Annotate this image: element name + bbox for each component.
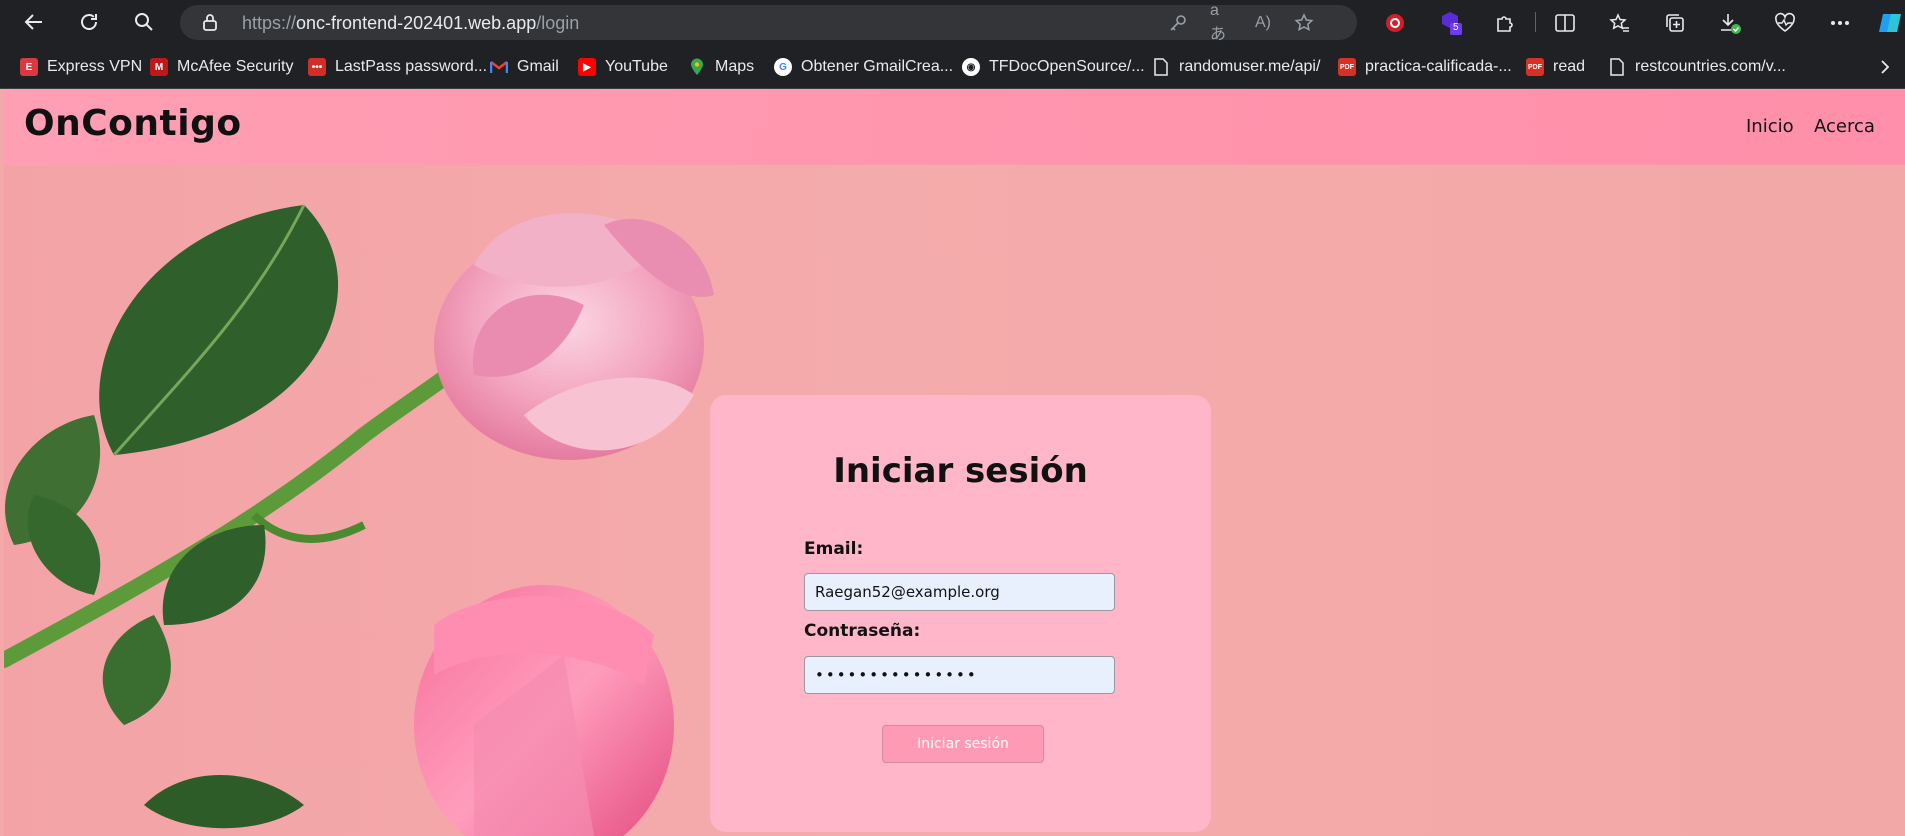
rose-background-image [4,204,714,836]
bookmark-label: Express VPN [47,58,143,75]
bookmark-label: LastPass password... [335,58,488,75]
page-icon [1152,58,1170,76]
bookmark-read[interactable]: PDF read [1526,55,1585,79]
extensions-puzzle-icon[interactable] [1490,8,1520,38]
url-text[interactable]: https://onc-frontend-202401.web.app/logi… [242,13,579,34]
bookmark-label: YouTube [605,58,668,75]
favorite-star-icon[interactable] [1293,12,1315,34]
login-card: Iniciar sesión Email: Contraseña: Inicia… [710,395,1211,832]
url-host: onc-frontend-202401.web.app [296,13,537,33]
bookmark-practica[interactable]: PDF practica-calificada-... [1338,55,1512,79]
lastpass-icon: ••• [308,58,326,76]
password-label: Contraseña: [804,621,921,641]
bookmark-label: Maps [715,58,755,75]
login-submit-button[interactable]: Iniciar sesión [882,725,1044,763]
email-label: Email: [804,539,864,559]
bookmark-lastpass[interactable]: ••• LastPass password... [308,55,487,79]
bookmark-label: Gmail [517,58,559,75]
address-bar[interactable]: https://onc-frontend-202401.web.app/logi… [180,2,1357,43]
bookmark-restcountries[interactable]: restcountries.com/v... [1608,55,1786,79]
bookmark-maps[interactable]: Maps [688,55,754,79]
url-scheme: https:// [242,13,297,33]
site-navbar: OnContigo Inicio Acerca [4,89,1905,165]
bookmark-label: McAfee Security [177,58,294,75]
translate-icon[interactable]: aあ [1210,2,1232,43]
bookmark-expressvpn[interactable]: E Express VPN [20,55,142,79]
web-page: OnContigo Inicio Acerca Iniciar sesión E… [4,89,1905,836]
gmail-icon [490,58,508,76]
bookmarks-bar: E Express VPN M McAfee Security ••• LastPas… [0,44,1905,89]
collections-icon[interactable] [1660,8,1690,38]
hero-section: Iniciar sesión Email: Contraseña: Inicia… [4,165,1905,836]
split-screen-icon[interactable] [1550,8,1580,38]
bookmark-mcafee[interactable]: M McAfee Security [150,55,293,79]
read-aloud-icon[interactable]: A) [1252,12,1274,34]
favorites-icon[interactable] [1605,8,1635,38]
youtube-icon: ▶ [578,58,596,76]
red-extension-icon[interactable] [1380,8,1410,38]
bookmark-label: restcountries.com/v... [1635,58,1786,75]
bookmark-obtener-gmail[interactable]: G Obtener GmailCrea... [774,55,953,79]
bookmark-label: randomuser.me/api/ [1179,58,1321,75]
more-menu-icon[interactable] [1825,8,1855,38]
nav-link-acerca[interactable]: Acerca [1814,116,1875,137]
expressvpn-icon: E [20,58,38,76]
maps-icon [688,58,706,76]
bookmark-randomuser[interactable]: randomuser.me/api/ [1152,55,1320,79]
extension-badge: 5 [1453,22,1459,33]
purple-extension-icon[interactable]: 5 [1436,8,1466,38]
page-icon [1608,58,1626,76]
url-path: /login [536,13,580,33]
google-icon: G [774,58,792,76]
github-icon: ◉ [962,58,980,76]
login-title: Iniciar sesión [833,451,1088,491]
key-icon[interactable] [1167,12,1189,34]
lock-icon[interactable] [202,13,218,35]
bookmark-label: TFDocOpenSource/... [989,58,1145,75]
bookmark-gmail[interactable]: Gmail [490,55,559,79]
pdf-icon: PDF [1338,58,1356,76]
reload-icon[interactable] [73,6,105,38]
toolbar-divider [1535,12,1536,32]
password-field[interactable] [804,656,1115,694]
browser-toolbar: https://onc-frontend-202401.web.app/logi… [0,0,1905,44]
brand-logo[interactable]: OnContigo [24,103,242,144]
chevron-right-icon[interactable] [1880,55,1890,79]
bookmark-label: practica-calificada-... [1365,58,1512,75]
bookmark-tfdoc[interactable]: ◉ TFDocOpenSource/... [962,55,1145,79]
pdf-icon: PDF [1526,58,1544,76]
nav-link-inicio[interactable]: Inicio [1746,116,1794,137]
bookmark-label: read [1553,58,1586,75]
copilot-icon[interactable] [1875,8,1905,38]
bookmark-youtube[interactable]: ▶ YouTube [578,55,668,79]
downloads-icon[interactable] [1715,8,1745,38]
back-icon[interactable] [18,6,50,38]
email-field[interactable] [804,573,1115,611]
browser-essentials-icon[interactable] [1770,8,1800,38]
bookmark-label: Obtener GmailCrea... [801,58,954,75]
search-icon[interactable] [128,6,160,38]
mcafee-icon: M [150,58,168,76]
